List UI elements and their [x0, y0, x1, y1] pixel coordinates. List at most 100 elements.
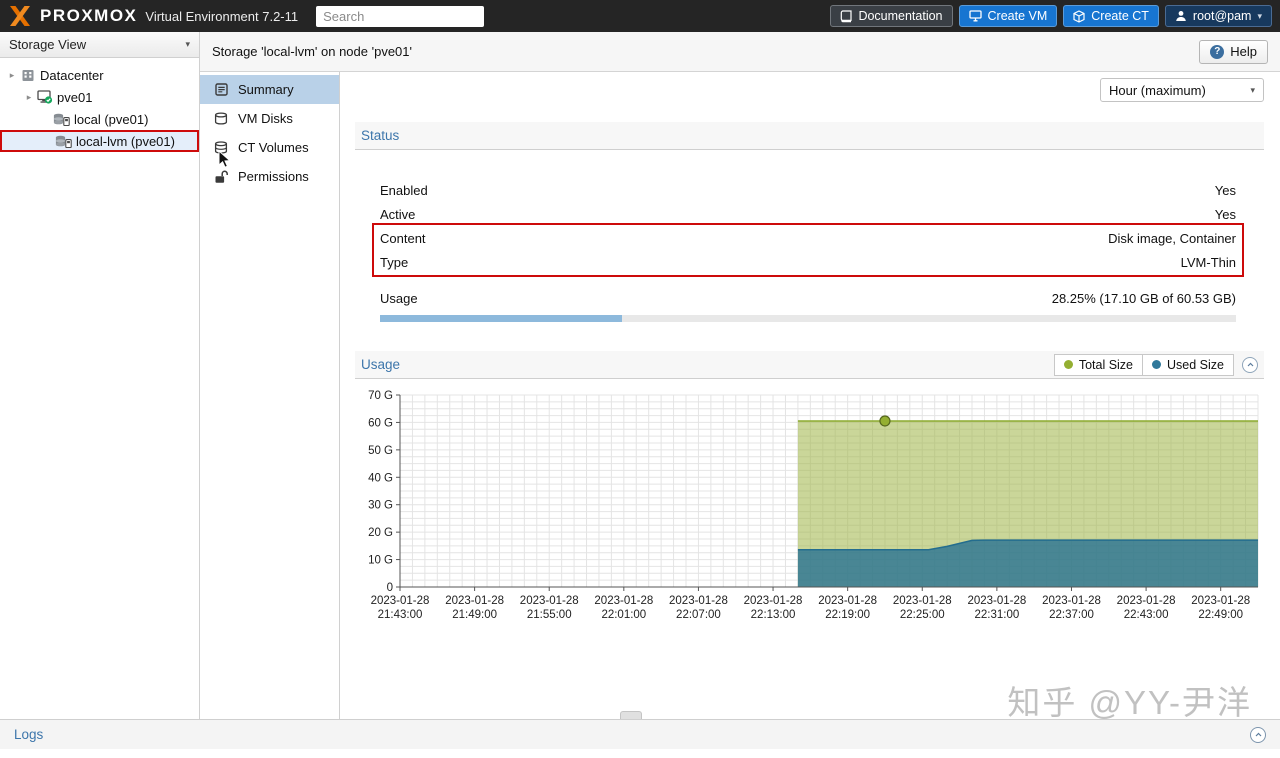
help-button[interactable]: ? Help — [1199, 39, 1268, 64]
svg-text:60 G: 60 G — [368, 417, 393, 429]
panel-splitter-handle[interactable] — [620, 711, 642, 719]
create-vm-button[interactable]: Create VM — [958, 5, 1058, 27]
chevron-up-icon — [1255, 732, 1261, 737]
svg-text:2023-01-28: 2023-01-28 — [818, 595, 877, 607]
usage-progress-fill — [380, 315, 622, 322]
svg-text:2023-01-28: 2023-01-28 — [594, 595, 653, 607]
svg-text:50 G: 50 G — [368, 445, 393, 457]
status-row-enabled: Enabled Yes — [355, 178, 1264, 202]
tab-permissions[interactable]: Permissions — [200, 162, 339, 191]
page-title: Storage 'local-lvm' on node 'pve01' — [212, 44, 412, 59]
status-row-active: Active Yes — [355, 202, 1264, 226]
logs-bar[interactable]: Logs — [0, 719, 1280, 749]
content-toolbar: Storage 'local-lvm' on node 'pve01' ? He… — [200, 32, 1280, 72]
status-rows: Enabled Yes Active Yes Content Disk image, Co… — [355, 150, 1264, 322]
node-icon — [35, 90, 54, 104]
tab-label: Summary — [238, 82, 294, 97]
svg-text:2023-01-28: 2023-01-28 — [893, 595, 952, 607]
svg-text:22:43:00: 22:43:00 — [1124, 609, 1169, 621]
summary-icon — [213, 83, 229, 96]
svg-text:22:13:00: 22:13:00 — [751, 609, 796, 621]
legend-label: Used Size — [1167, 357, 1224, 372]
legend-dot-icon — [1152, 360, 1162, 369]
svg-text:22:07:00: 22:07:00 — [676, 609, 721, 621]
tab-summary[interactable]: Summary — [200, 75, 339, 104]
status-row-label: Usage — [380, 290, 418, 306]
usage-chart: 70 G60 G50 G40 G30 G20 G10 G02023-01-282… — [368, 390, 1259, 621]
tab-label: Permissions — [238, 169, 309, 184]
server-icon — [18, 69, 37, 82]
tree-item-datacenter[interactable]: ▸ Datacenter — [0, 64, 199, 86]
status-row-value: LVM-Thin — [1180, 254, 1236, 270]
time-range-select[interactable]: Hour (maximum) ▾ — [1100, 78, 1264, 102]
legend-item-used-size[interactable]: Used Size — [1143, 353, 1234, 376]
usage-panel-header: Usage Total Size Used Size — [355, 351, 1264, 379]
search-input[interactable] — [316, 5, 485, 27]
brand-name: PROXMOX — [40, 6, 138, 25]
svg-text:2023-01-28: 2023-01-28 — [744, 595, 803, 607]
svg-text:0: 0 — [387, 582, 393, 594]
collapse-logs-button[interactable] — [1250, 726, 1266, 743]
usage-panel: Usage Total Size Used Size 70 G 60 G 50 G 40… — [355, 351, 1264, 651]
tree-item-label: pve01 — [57, 89, 93, 105]
status-panel-header: Status — [355, 122, 1264, 150]
legend-dot-icon — [1063, 360, 1073, 369]
volumes-icon — [213, 141, 229, 154]
svg-text:21:55:00: 21:55:00 — [527, 609, 572, 621]
tree-item-pve01[interactable]: ▸ pve01 — [0, 86, 199, 108]
svg-text:22:37:00: 22:37:00 — [1049, 609, 1094, 621]
user-menu-button[interactable]: root@pam ▾ — [1164, 5, 1272, 27]
status-row-value: Yes — [1214, 182, 1236, 198]
status-row-value: Disk image, Container — [1108, 230, 1236, 246]
status-row-content: Content Disk image, Container — [355, 226, 1264, 250]
documentation-button[interactable]: Documentation — [830, 5, 953, 27]
svg-text:30 G: 30 G — [368, 500, 393, 512]
svg-text:2023-01-28: 2023-01-28 — [371, 595, 430, 607]
monitor-icon — [968, 10, 982, 22]
tab-vm-disks[interactable]: VM Disks — [200, 104, 339, 133]
svg-text:22:49:00: 22:49:00 — [1198, 609, 1243, 621]
cube-icon — [1073, 9, 1085, 23]
expander-icon[interactable]: ▸ — [23, 92, 35, 103]
status-title: Status — [361, 128, 400, 143]
svg-text:2023-01-28: 2023-01-28 — [520, 595, 579, 607]
storage-subnav: Summary VM Disks CT Volumes Permissions — [200, 72, 340, 719]
status-row-label: Content — [380, 230, 426, 246]
chart-legend: Total Size Used Size — [1053, 353, 1234, 376]
svg-text:2023-01-28: 2023-01-28 — [967, 595, 1026, 607]
book-icon — [841, 9, 853, 22]
svg-text:10 G: 10 G — [368, 555, 393, 567]
view-selector[interactable]: Storage View ▾ — [0, 32, 199, 58]
status-row-label: Active — [380, 206, 416, 222]
tab-ct-volumes[interactable]: CT Volumes — [200, 133, 339, 162]
svg-text:22:01:00: 22:01:00 — [601, 609, 646, 621]
proxmox-logo-icon — [10, 6, 30, 26]
storage-tree: ▸ Datacenter ▸ pve01 local (pve01) local-lvm … — [0, 58, 199, 152]
svg-text:21:49:00: 21:49:00 — [452, 609, 497, 621]
storage-icon — [52, 113, 71, 126]
status-row-label: Enabled — [380, 182, 428, 198]
chevron-down-icon: ▾ — [1257, 10, 1262, 21]
tree-item-label: local-lvm (pve01) — [76, 133, 175, 149]
svg-text:2023-01-28: 2023-01-28 — [1191, 595, 1250, 607]
status-row-value: 28.25% (17.10 GB of 60.53 GB) — [1051, 290, 1236, 306]
svg-text:22:31:00: 22:31:00 — [974, 609, 1019, 621]
svg-text:2023-01-28: 2023-01-28 — [669, 595, 728, 607]
tree-item-local-lvm-pve01[interactable]: local-lvm (pve01) — [0, 130, 199, 152]
create-ct-button[interactable]: Create CT — [1063, 5, 1159, 27]
usage-progress-bar — [380, 315, 1236, 322]
status-row-usage: Usage 28.25% (17.10 GB of 60.53 GB) — [355, 286, 1264, 310]
svg-text:22:19:00: 22:19:00 — [825, 609, 870, 621]
svg-text:21:43:00: 21:43:00 — [378, 609, 423, 621]
help-icon: ? — [1210, 44, 1225, 59]
top-header: PROXMOX Virtual Environment 7.2-11 Docum… — [0, 0, 1280, 32]
tree-item-local-pve01[interactable]: local (pve01) — [0, 108, 199, 130]
collapse-panel-button[interactable] — [1242, 356, 1258, 373]
expander-icon[interactable]: ▸ — [6, 70, 18, 81]
status-row-value: Yes — [1214, 206, 1236, 222]
legend-item-total-size[interactable]: Total Size — [1053, 353, 1144, 376]
status-row-type: Type LVM-Thin — [355, 250, 1264, 274]
svg-text:2023-01-28: 2023-01-28 — [1117, 595, 1176, 607]
status-row-label: Type — [380, 254, 409, 270]
chevron-down-icon: ▾ — [1250, 84, 1255, 95]
